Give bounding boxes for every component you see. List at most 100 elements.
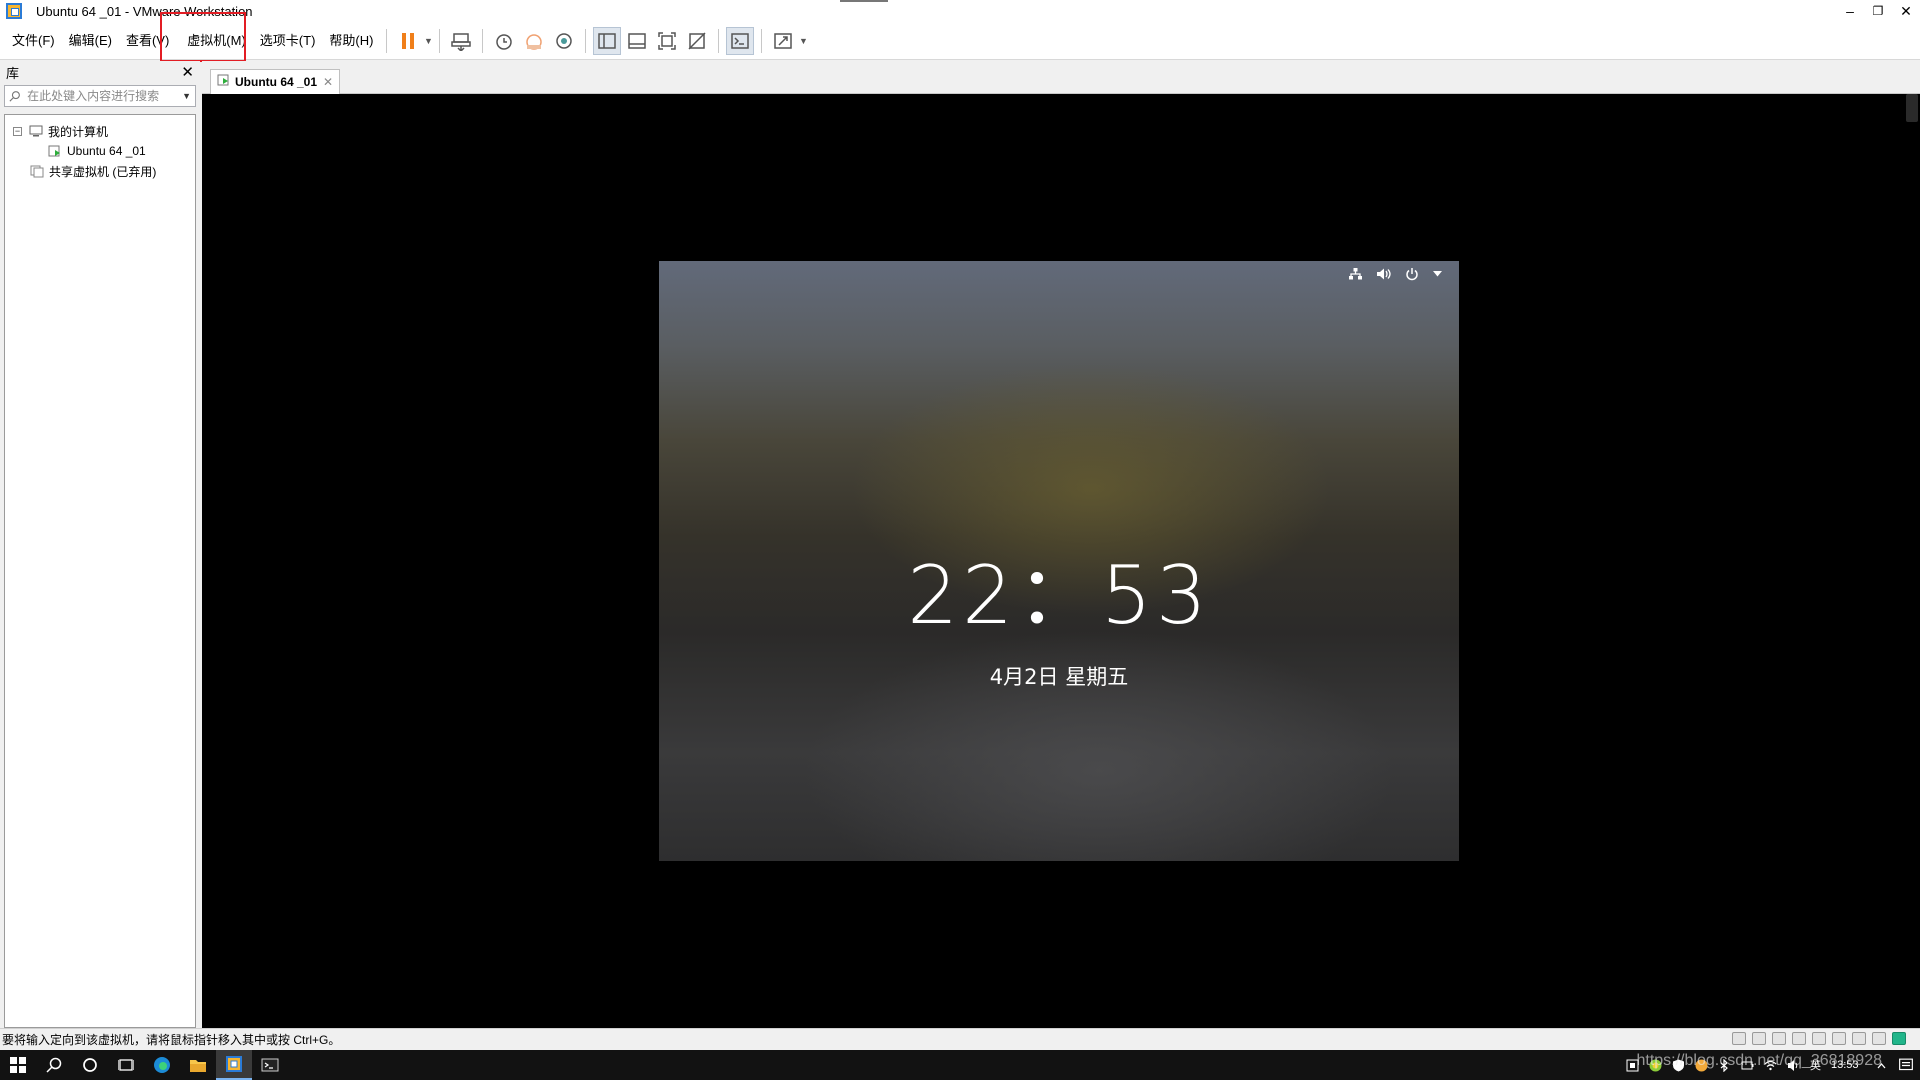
vm-running-icon: [47, 144, 63, 158]
stretch-dropdown-arrow[interactable]: ▼: [798, 27, 808, 55]
shared-vm-icon: [29, 164, 45, 178]
floppy-icon[interactable]: [1772, 1032, 1786, 1045]
terminal-icon: [731, 32, 750, 49]
minimize-button[interactable]: –: [1836, 0, 1864, 22]
vm-console[interactable]: 22：53 4月2日 星期五: [202, 94, 1920, 1028]
hard-disk-icon[interactable]: [1732, 1032, 1746, 1045]
tab-ubuntu-vm[interactable]: Ubuntu 64 _01 ✕: [210, 69, 340, 94]
display-icon[interactable]: [1872, 1032, 1886, 1045]
pause-button[interactable]: [394, 27, 422, 55]
cd-rom-icon[interactable]: [1752, 1032, 1766, 1045]
ubuntu-lock-screen[interactable]: 22：53 4月2日 星期五: [659, 261, 1459, 861]
notification-center-icon[interactable]: [1898, 1058, 1914, 1073]
terminal-taskbar-button[interactable]: [252, 1050, 288, 1080]
library-tree: − 我的计算机 Ubuntu 64 _01 共享虚拟机 (已弃用): [4, 114, 196, 1028]
vmware-taskbar-button[interactable]: [216, 1050, 252, 1080]
console-view-button[interactable]: [726, 26, 755, 55]
unity-mode-icon: [688, 31, 706, 50]
thumbnail-layout-icon: [628, 32, 647, 49]
terminal-icon: [261, 1058, 279, 1072]
task-view-button[interactable]: [108, 1050, 144, 1080]
device-status-icons: [1732, 1032, 1906, 1045]
search-taskbar-button[interactable]: [36, 1050, 72, 1080]
library-close-button[interactable]: ✕: [181, 63, 194, 81]
file-explorer-taskbar-button[interactable]: [180, 1050, 216, 1080]
menu-edit[interactable]: 编辑(E): [62, 22, 119, 60]
tab-label: Ubuntu 64 _01: [235, 75, 318, 89]
tree-item-my-computer[interactable]: − 我的计算机: [13, 121, 108, 141]
search-icon: [46, 1057, 62, 1073]
menu-toolbar: 文件(F) 编辑(E) 查看(V) 虚拟机(M) 选项卡(T) 帮助(H) ▼ …: [0, 22, 1920, 60]
edge-taskbar-button[interactable]: [144, 1050, 180, 1080]
sound-card-icon[interactable]: [1852, 1032, 1866, 1045]
menu-view[interactable]: 查看(V): [119, 22, 176, 60]
library-search-box[interactable]: ▼: [4, 85, 196, 107]
toolbar-separator: [386, 28, 388, 53]
snapshot-clock-icon: [496, 33, 513, 50]
revert-snapshot-button[interactable]: [520, 27, 548, 55]
power-dropdown-arrow[interactable]: ▼: [423, 27, 433, 55]
volume-icon[interactable]: [1376, 267, 1392, 281]
unity-mode-button[interactable]: [683, 27, 711, 55]
chevron-down-icon[interactable]: [1432, 270, 1443, 278]
tab-close-icon[interactable]: ✕: [323, 75, 333, 89]
snapshot-button[interactable]: [490, 27, 518, 55]
snapshot-manager-icon: [556, 32, 573, 49]
menu-vm[interactable]: 虚拟机(M): [180, 22, 253, 60]
thumbnail-bar-button[interactable]: [623, 27, 651, 55]
full-screen-icon: [658, 31, 677, 50]
network-adapter-icon[interactable]: [1812, 1032, 1826, 1045]
full-screen-button[interactable]: [653, 27, 681, 55]
computer-icon: [28, 124, 44, 138]
console-scrollbar[interactable]: [1906, 94, 1918, 122]
windows-logo-icon: [10, 1057, 26, 1073]
library-search-input[interactable]: [27, 89, 183, 103]
tree-item-label: 共享虚拟机 (已弃用): [49, 164, 157, 179]
revert-snapshot-icon: [526, 33, 543, 50]
menu-help[interactable]: 帮助(H): [322, 22, 380, 60]
tree-collapse-toggle[interactable]: −: [13, 126, 22, 136]
vmware-app-icon[interactable]: [6, 3, 22, 19]
toolbar-separator: [439, 28, 441, 53]
menu-tabs[interactable]: 选项卡(T): [253, 22, 323, 60]
show-library-button[interactable]: [593, 26, 622, 55]
stretch-icon: [774, 32, 793, 49]
folder-icon: [190, 1060, 206, 1072]
toolbar-separator: [761, 28, 763, 53]
power-icon[interactable]: [1405, 267, 1419, 281]
toolbar-separator: [482, 28, 484, 53]
toolbar-separator: [718, 28, 720, 53]
message-log-icon[interactable]: [1892, 1032, 1906, 1045]
guest-top-bar: [1348, 267, 1443, 281]
search-icon: [9, 91, 20, 102]
pause-icon: [402, 32, 415, 49]
usb-icon[interactable]: [1792, 1032, 1806, 1045]
tree-item-label: Ubuntu 64 _01: [67, 144, 146, 158]
chevron-down-icon[interactable]: ▼: [182, 91, 191, 101]
title-progress-indicator: [840, 0, 888, 2]
snapshot-manager-button[interactable]: [550, 27, 578, 55]
tree-item-ubuntu-vm[interactable]: Ubuntu 64 _01: [47, 141, 146, 161]
menu-file[interactable]: 文件(F): [5, 22, 62, 60]
network-icon[interactable]: [1348, 267, 1363, 281]
status-bar: 要将输入定向到该虚拟机，请将鼠标指针移入其中或按 Ctrl+G。: [0, 1028, 1920, 1050]
windows-taskbar: 英 13:53: [0, 1050, 1920, 1080]
vm-tab-strip: Ubuntu 64 _01 ✕: [202, 61, 1920, 94]
printer-icon[interactable]: [1832, 1032, 1846, 1045]
status-message: 要将输入定向到该虚拟机，请将鼠标指针移入其中或按 Ctrl+G。: [2, 1033, 341, 1047]
lock-screen-clock: 22：53: [907, 549, 1211, 642]
stretch-guest-button[interactable]: [769, 27, 797, 55]
lock-screen-date: 4月2日 星期五: [989, 665, 1129, 689]
cortana-button[interactable]: [72, 1050, 108, 1080]
restore-button[interactable]: ❐: [1864, 0, 1892, 22]
library-title: 库: [6, 65, 20, 81]
edge-browser-icon: [154, 1057, 170, 1073]
send-ctrl-alt-del-button[interactable]: [447, 27, 475, 55]
title-bar: Ubuntu 64 _01 - VMware Workstation – ❐ ✕: [0, 0, 1920, 22]
start-button[interactable]: [0, 1050, 36, 1080]
vmware-app-icon: [226, 1056, 242, 1072]
library-panel: 库 ✕ ▼ − 我的计算机 Ubuntu 64 _01 共享虚拟机 (已弃用): [0, 61, 200, 1028]
close-window-button[interactable]: ✕: [1892, 0, 1920, 22]
vm-running-icon: [217, 74, 230, 90]
tree-item-shared-vms[interactable]: 共享虚拟机 (已弃用): [29, 161, 156, 181]
